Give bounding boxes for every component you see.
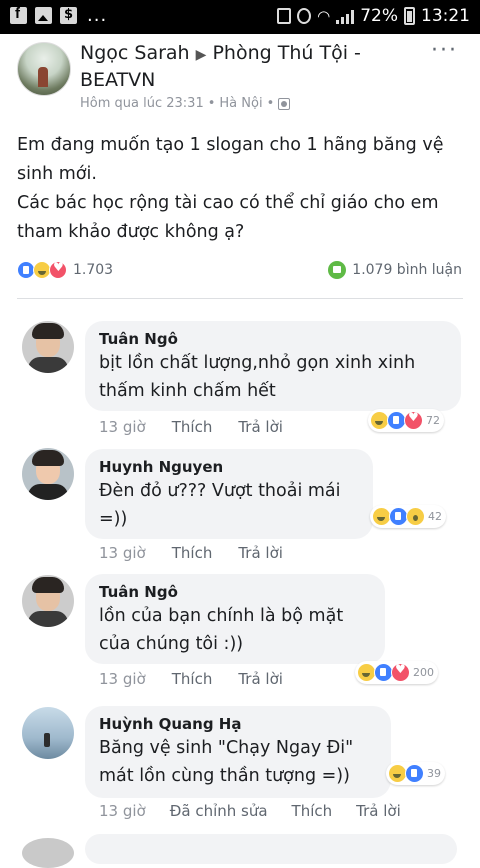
comment-text: Đèn đỏ ư??? Vượt thoải mái =)) (99, 481, 341, 529)
silent-icon (297, 8, 312, 24)
comment-reactions[interactable]: 72 (368, 409, 444, 432)
like-button[interactable]: Thích (172, 670, 213, 688)
wow-reaction-icon (406, 507, 425, 526)
comment-reactions[interactable]: 42 (370, 505, 446, 528)
comment-reaction-count: 42 (428, 510, 442, 523)
reply-button[interactable]: Trả lời (238, 544, 283, 562)
commenter-avatar[interactable] (22, 575, 74, 627)
arrow-right-icon: ▶ (195, 47, 207, 63)
reaction-count: 1.703 (73, 262, 114, 278)
comment-reactions[interactable]: 39 (386, 762, 445, 785)
commenter-avatar[interactable] (22, 448, 74, 500)
comment-reaction-count: 72 (426, 414, 440, 427)
comment-time: 13 giờ (99, 418, 146, 436)
post-location[interactable]: Hà Nội (219, 96, 262, 111)
comment-bubble[interactable]: Tuân Ngô bịt lồn chất lượng,nhỏ gọn xinh… (85, 321, 461, 411)
comment-text: lồn của bạn chính là bộ mặt của chúng tô… (99, 606, 344, 654)
commenter-avatar[interactable] (22, 838, 74, 868)
comment-reaction-count: 200 (413, 666, 434, 679)
reply-button[interactable]: Trả lời (356, 802, 401, 820)
more-notifications: ... (87, 4, 108, 26)
like-button[interactable]: Thích (292, 802, 333, 820)
comment-bubble[interactable]: Huynh Nguyen Đèn đỏ ư??? Vượt thoải mái … (85, 449, 373, 539)
divider (17, 298, 463, 299)
battery-percent: 72% (360, 6, 398, 26)
commenter-name[interactable]: Huỳnh Quang Hạ (99, 714, 377, 734)
wifi-icon: ◠ (317, 7, 331, 25)
like-button[interactable]: Thích (172, 544, 213, 562)
love-reaction-icon (391, 662, 410, 682)
reply-button[interactable]: Trả lời (238, 670, 283, 688)
signal-icon (336, 9, 355, 24)
author-name[interactable]: Ngọc Sarah (80, 42, 190, 64)
comment-actions: 13 giờ Đã chỉnh sửa Thích Trả lời (99, 802, 401, 820)
comment-time: 13 giờ (99, 802, 146, 820)
comment-bubble[interactable] (85, 834, 457, 864)
edited-label[interactable]: Đã chỉnh sửa (170, 802, 268, 820)
comment-bubble[interactable]: Tuân Ngô lồn của bạn chính là bộ mặt của… (85, 574, 385, 664)
comment-text: bịt lồn chất lượng,nhỏ gọn xinh xinh thấ… (99, 353, 416, 401)
commenter-name[interactable]: Huynh Nguyen (99, 457, 359, 477)
reply-button[interactable]: Trả lời (238, 418, 283, 436)
post-text-line: Em đang muốn tạo 1 slogan cho 1 hãng băn… (17, 135, 444, 184)
comment-time: 13 giờ (99, 544, 146, 562)
facebook-icon (10, 5, 27, 24)
post-body: Em đang muốn tạo 1 slogan cho 1 hãng băn… (17, 131, 467, 247)
post-meta: Hôm qua lúc 23:31 • Hà Nội • (80, 96, 291, 111)
like-reaction-icon (405, 764, 424, 783)
comment-bubble[interactable]: Huỳnh Quang Hạ Băng vệ sinh "Chạy Ngay Đ… (85, 706, 391, 798)
store-icon (60, 7, 77, 24)
post-options-button[interactable]: ··· (431, 38, 458, 63)
comment-reactions[interactable]: 200 (355, 661, 438, 684)
post-text-line: Các bác học rộng tài cao có thể chỉ giáo… (17, 193, 439, 242)
clock: 13:21 (421, 6, 470, 26)
love-reaction-icon (404, 410, 423, 430)
comment-actions: 13 giờ Thích Trả lời (99, 544, 283, 562)
nfc-icon (277, 8, 292, 24)
reaction-summary[interactable]: 1.703 (17, 260, 114, 279)
like-button[interactable]: Thích (172, 418, 213, 436)
comment-count-label: 1.079 bình luận (352, 262, 462, 278)
author-avatar[interactable] (17, 42, 71, 96)
commenter-name[interactable]: Tuân Ngô (99, 582, 371, 602)
comment-text-line: Băng vệ sinh "Chạy Ngay Đi" (99, 738, 354, 758)
system-icons: ◠ 72% 13:21 (277, 6, 470, 26)
status-bar: ... ◠ 72% 13:21 (0, 0, 480, 34)
comment-icon (328, 261, 347, 279)
gallery-icon (35, 7, 52, 24)
comment-count[interactable]: 1.079 bình luận (328, 261, 462, 279)
commenter-avatar[interactable] (22, 707, 74, 759)
commenter-avatar[interactable] (22, 321, 74, 373)
notification-icons: ... (10, 4, 108, 26)
comment-time: 13 giờ (99, 670, 146, 688)
comment-actions: 13 giờ Thích Trả lời (99, 670, 283, 688)
comment-actions: 13 giờ Thích Trả lời (99, 418, 283, 436)
love-reaction-icon (49, 260, 67, 279)
privacy-icon (278, 97, 291, 110)
commenter-name[interactable]: Tuân Ngô (99, 329, 447, 349)
comment-text-line: mát lồn cùng thần tượng =)) (99, 766, 350, 786)
comment-reaction-count: 39 (427, 767, 441, 780)
post-author-line[interactable]: Ngọc Sarah ▶ Phòng Thú Tội - BEATVN (80, 41, 420, 93)
post-time[interactable]: Hôm qua lúc 23:31 (80, 96, 204, 111)
battery-icon (404, 7, 415, 25)
